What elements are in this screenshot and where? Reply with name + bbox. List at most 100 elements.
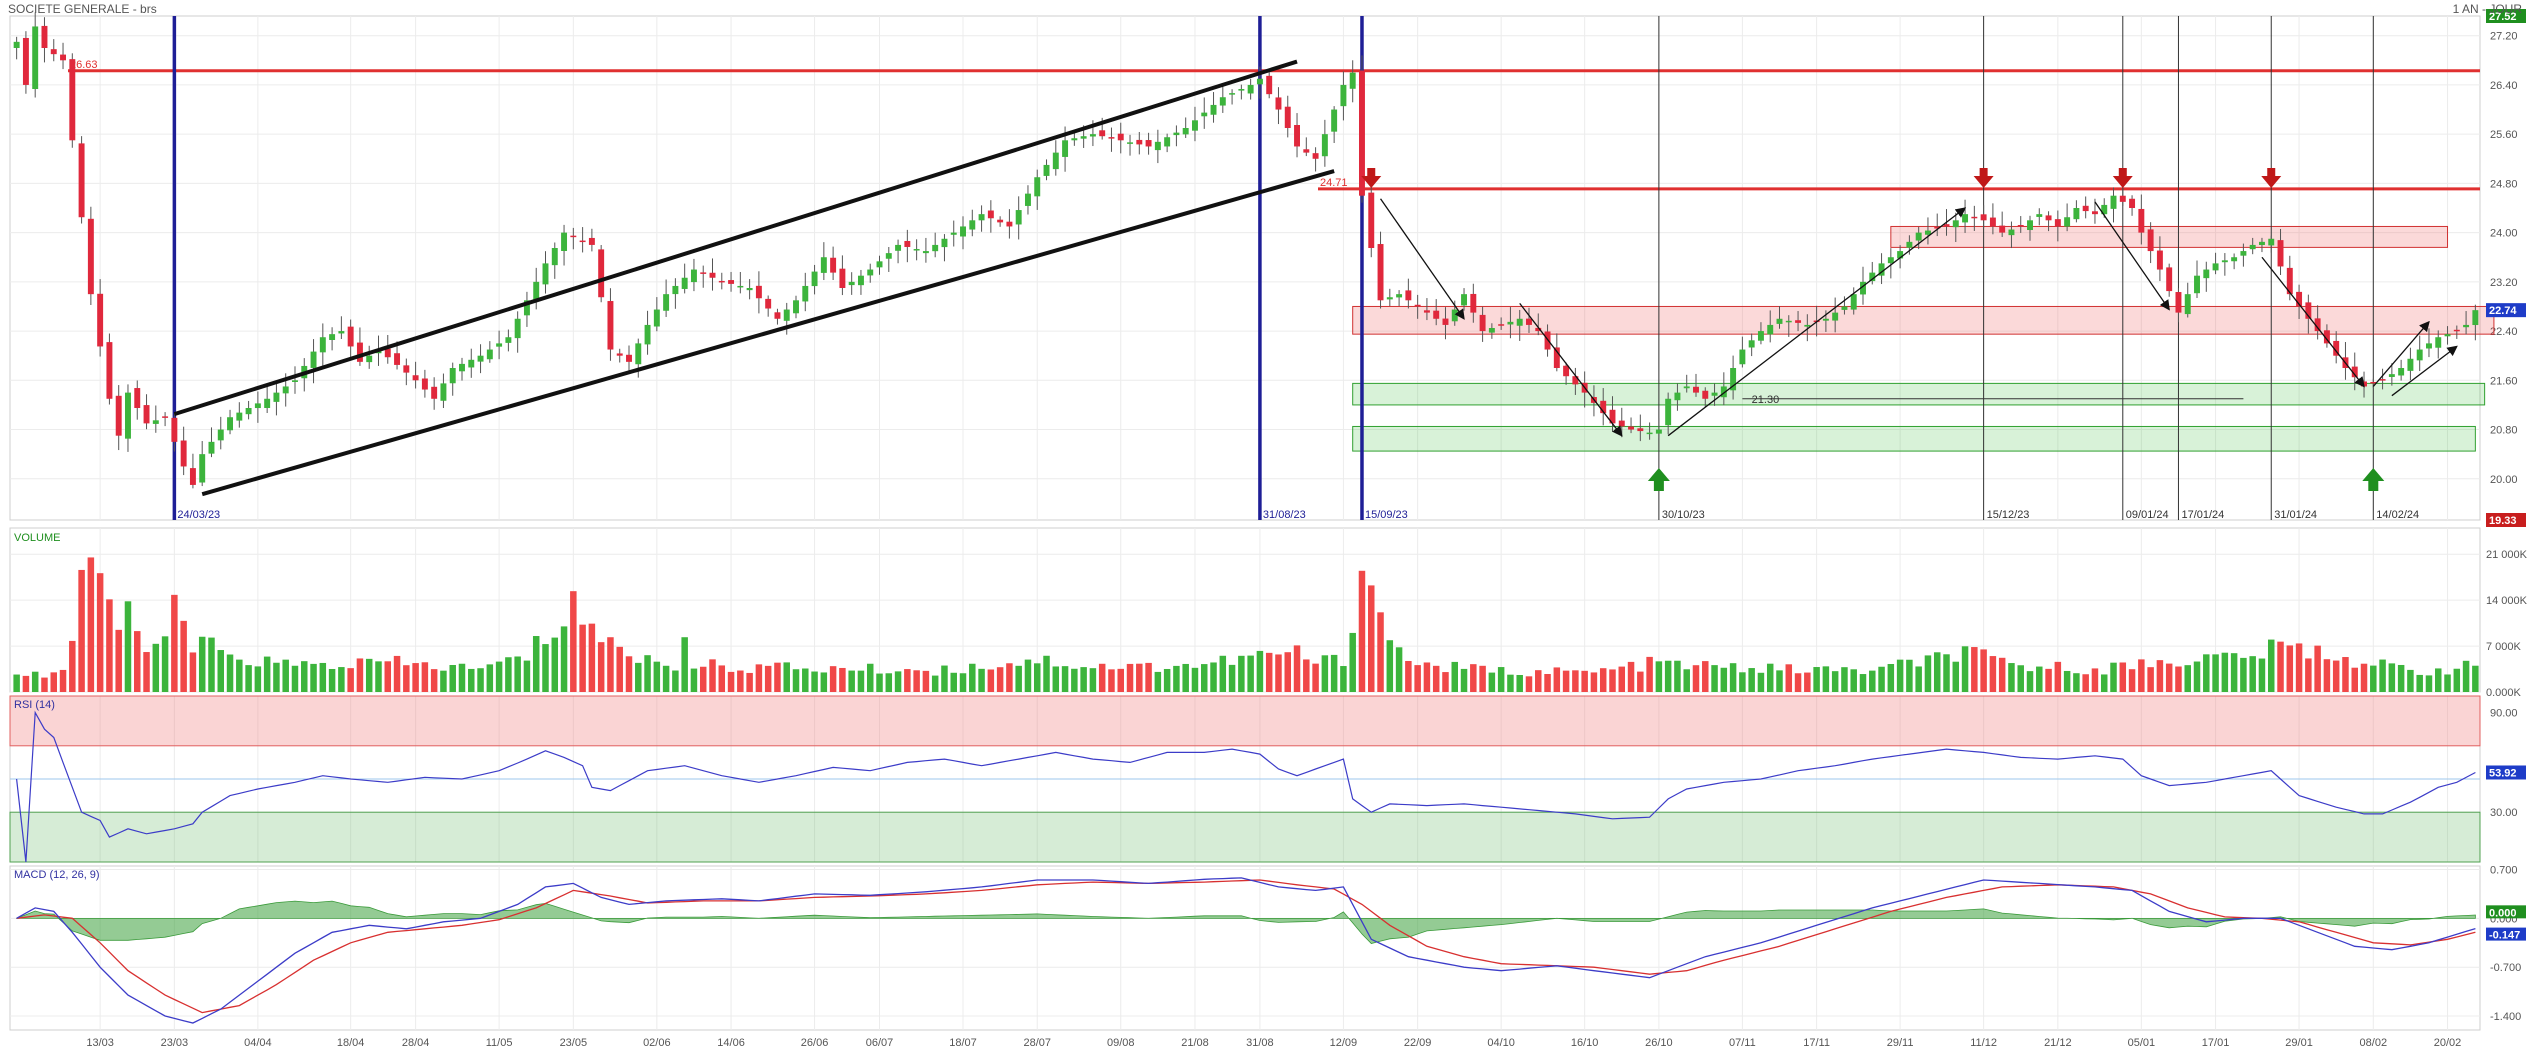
- candle-body: [2258, 241, 2265, 246]
- volume-bar: [2286, 645, 2294, 692]
- x-tick-label: 11/12: [1970, 1037, 1997, 1049]
- volume-bar: [208, 637, 215, 692]
- candle-body: [1099, 130, 1106, 137]
- volume-bar: [180, 620, 187, 692]
- x-tick-label: 08/02: [2360, 1037, 2388, 1049]
- volume-bar: [1896, 659, 1904, 692]
- candle-body: [2463, 324, 2470, 328]
- candle-body: [607, 301, 614, 350]
- y-tick-label: 26.40: [2490, 80, 2518, 92]
- candle-body: [885, 253, 892, 259]
- volume-bar: [1757, 672, 1765, 692]
- candle-body: [421, 378, 428, 390]
- volume-bar: [1071, 668, 1078, 692]
- volume-bar: [106, 599, 113, 692]
- candle-body: [2379, 379, 2386, 381]
- volume-bar: [1618, 666, 1626, 692]
- volume-bar: [718, 665, 726, 692]
- y-tick-label: 27.20: [2490, 31, 2518, 43]
- volume-bar: [189, 652, 197, 692]
- candle-body: [2212, 263, 2219, 271]
- candle-body: [394, 353, 401, 365]
- volume-bar: [1915, 666, 1922, 692]
- candle-body: [839, 268, 846, 288]
- volume-bar: [681, 637, 688, 692]
- volume-bar: [245, 665, 252, 692]
- volume-bar: [699, 666, 707, 692]
- volume-bar: [1191, 667, 1199, 692]
- volume-bar: [2054, 661, 2062, 692]
- volume-bar: [328, 668, 336, 692]
- volume-bar: [13, 674, 20, 692]
- candle-body: [264, 398, 271, 408]
- candle-body: [793, 300, 799, 314]
- candle-body: [1767, 324, 1774, 335]
- volume-bar: [1284, 652, 1291, 692]
- volume-bar: [1535, 670, 1542, 692]
- candle-body: [1331, 109, 1338, 132]
- volume-bar: [690, 668, 698, 692]
- candle-body: [2156, 250, 2163, 270]
- candle-body: [1414, 304, 1421, 307]
- volume-bar: [1720, 667, 1728, 692]
- volume-bar: [69, 640, 76, 692]
- candle-body: [1192, 120, 1198, 131]
- candle-body: [1832, 312, 1839, 321]
- candle-body: [1442, 318, 1449, 325]
- candle-body: [1915, 232, 1922, 241]
- candle-body: [2064, 217, 2071, 227]
- candle-body: [932, 244, 939, 252]
- volume-bar: [1052, 666, 1060, 692]
- volume-bar: [198, 636, 206, 692]
- volume-bar: [1460, 668, 1468, 692]
- volume-bar: [2258, 658, 2266, 692]
- volume-bar: [1952, 661, 1960, 692]
- candle-body: [616, 353, 623, 356]
- volume-bar: [2091, 668, 2099, 692]
- candle-body: [1127, 142, 1133, 144]
- candle-body: [2444, 334, 2451, 337]
- volume-bar: [1377, 612, 1384, 692]
- volume-bar: [124, 601, 132, 692]
- volume-bar: [495, 661, 503, 692]
- candle-body: [2388, 374, 2395, 377]
- candle-body: [319, 337, 326, 353]
- volume-bar: [2082, 674, 2089, 692]
- candle-body: [644, 324, 651, 345]
- volume-bar: [1349, 632, 1356, 692]
- candle-body: [2184, 294, 2191, 315]
- volume-bar: [356, 658, 364, 692]
- candle-body: [765, 298, 772, 309]
- event-date-label: 09/01/24: [2126, 509, 2169, 521]
- volume-bar: [115, 629, 122, 692]
- volume-bar: [2323, 659, 2331, 692]
- price-badge-label: 22.74: [2489, 305, 2517, 317]
- candle-body: [2017, 224, 2024, 227]
- volume-bar: [662, 665, 670, 692]
- candle-body: [755, 285, 762, 299]
- volume-bar: [1432, 665, 1440, 692]
- candle-body: [1646, 432, 1653, 435]
- rsi-oversold-band: [9, 811, 2481, 863]
- volume-bar: [588, 623, 596, 692]
- candle-body: [533, 281, 540, 301]
- candle-body: [2203, 269, 2210, 279]
- candle-body: [718, 280, 725, 283]
- volume-bar: [560, 626, 568, 692]
- volume-bar: [1609, 669, 1616, 692]
- candle-body: [1433, 310, 1440, 319]
- candle-body: [152, 420, 159, 424]
- volume-bar: [1878, 666, 1885, 692]
- volume-bar: [59, 669, 67, 692]
- candle-body: [2240, 251, 2247, 256]
- volume-bar: [1201, 664, 1208, 692]
- candle-body: [292, 380, 298, 382]
- event-date-label: 15/09/23: [1365, 509, 1408, 521]
- volume-bar: [885, 673, 893, 692]
- macd-value-label: -0.147: [2489, 930, 2520, 942]
- volume-bar: [1256, 650, 1264, 692]
- candle-body: [1674, 392, 1681, 401]
- volume-bar: [1599, 668, 1607, 692]
- volume-bar: [1219, 655, 1227, 692]
- volume-bar: [393, 655, 401, 692]
